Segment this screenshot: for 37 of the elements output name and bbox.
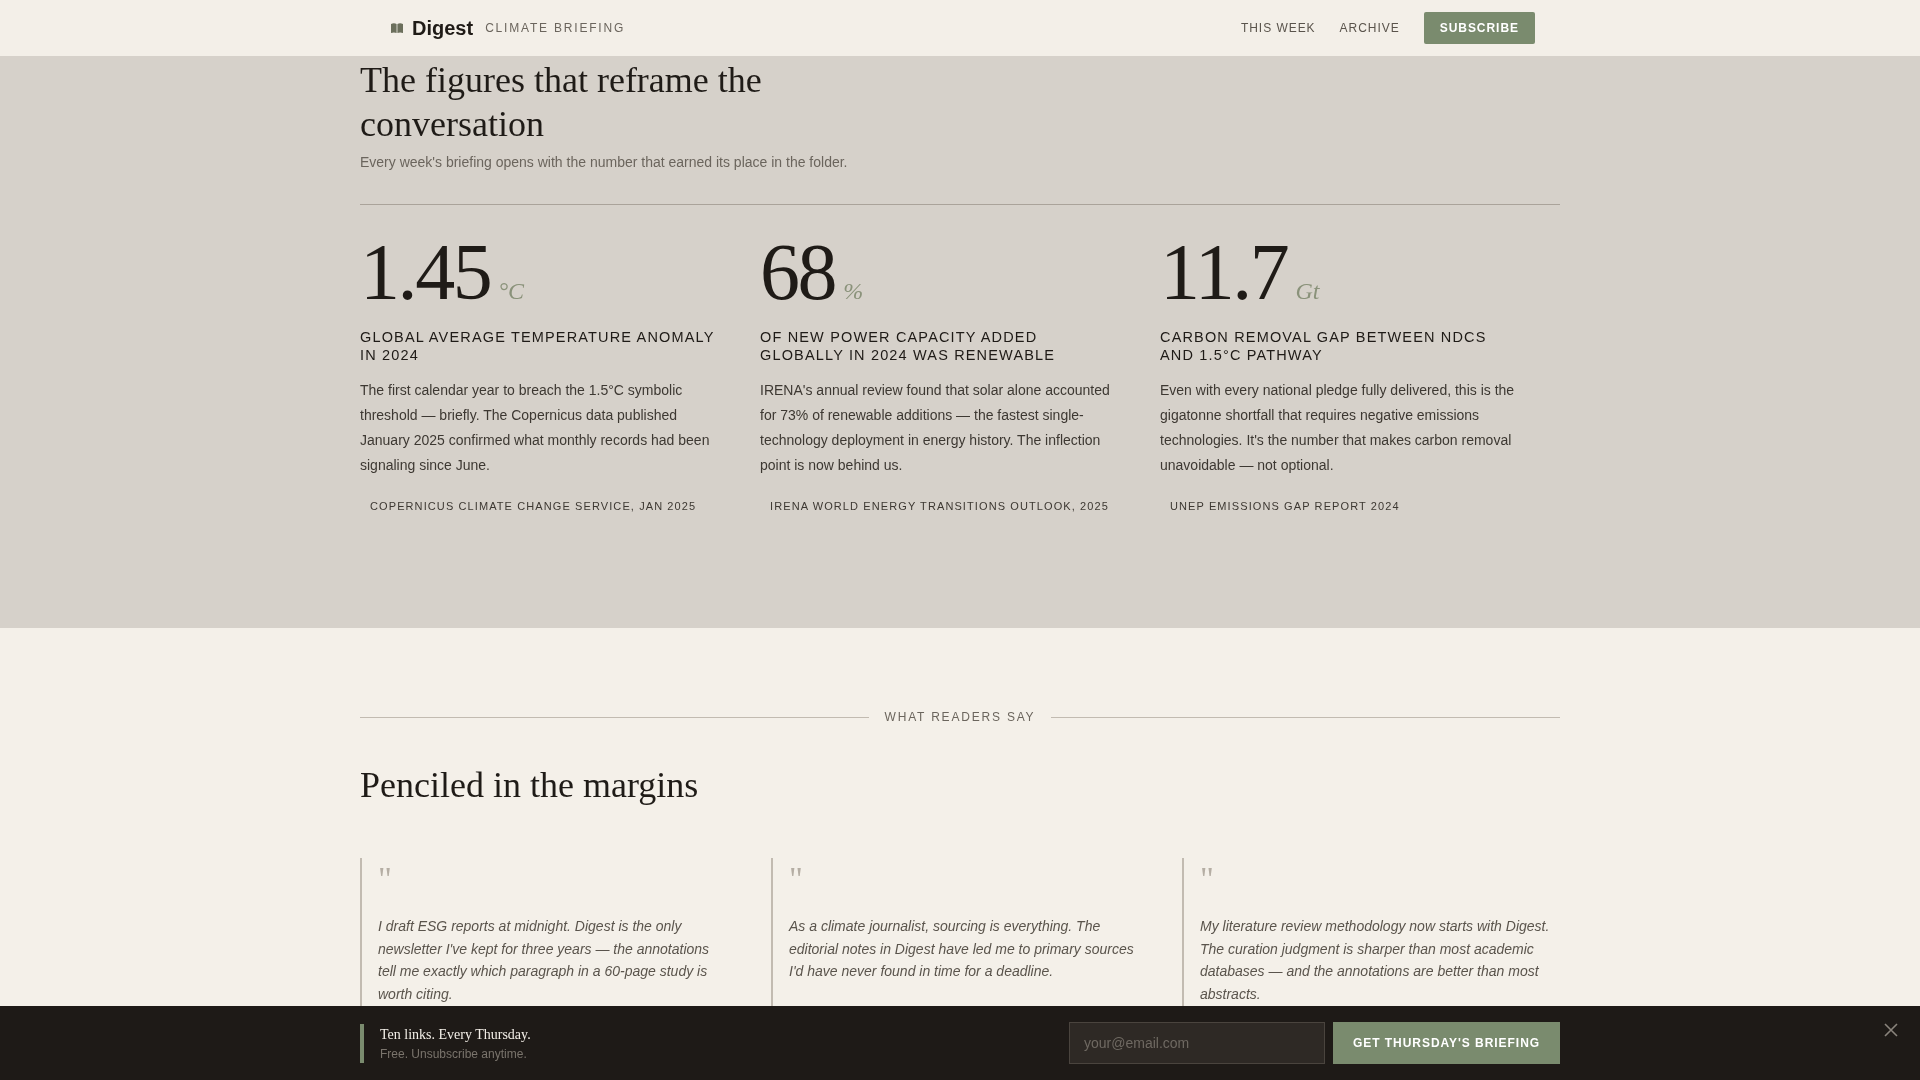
close-icon[interactable] xyxy=(1884,1023,1898,1037)
signup-button[interactable]: GET THURSDAY'S BRIEFING xyxy=(1333,1022,1560,1064)
stat-unit: Gt xyxy=(1295,277,1320,306)
signup-headline: Ten links. Every Thursday. xyxy=(380,1025,531,1044)
stat-value: 11.7 xyxy=(1160,232,1288,312)
signup-note: Free. Unsubscribe anytime. xyxy=(380,1045,528,1063)
section-subtitle: Every week's briefing opens with the number that earned its place in the folder. xyxy=(360,153,849,172)
quote-text: As a climate journalist, sourcing is everything. The editorial notes in Digest have led me to primary sources I'd have never found in time for a deadline. xyxy=(789,917,1135,981)
stat-unit: % xyxy=(843,277,864,306)
subscribe-button[interactable]: SUBSCRIBE xyxy=(1423,12,1535,44)
accent-bar xyxy=(360,1023,364,1063)
stat-label: OF NEW POWER CAPACITY ADDED GLOBALLY IN 2024 WAS RENEWABLE xyxy=(760,328,1057,364)
quote-mark: " xyxy=(789,862,804,896)
stat-source: IRENA WORLD ENERGY TRANSITIONS OUTLOOK, 2025 xyxy=(770,499,1110,514)
stat-value: 1.45 xyxy=(360,232,491,312)
stat-description: IRENA's annual review found that solar alone accounted for 73% of renewable additions — the fastest single-technology deployment in energy history. The inflection point is now behind us. xyxy=(760,381,1111,475)
quote-text: My literature review methodology now starts with Digest. The curation judgment is sharper than most academic databases — and the annotations are better than most abstracts. xyxy=(1200,917,1551,1004)
stat-description: Even with every national pledge fully delivered, this is the gigatonne shortfall that requires negative emissions technologies. It's the number that makes carbon removal unavoidable — not optional. xyxy=(1160,381,1516,475)
tagline: CLIMATE BRIEFING xyxy=(485,20,626,37)
stat-label: GLOBAL AVERAGE TEMPERATURE ANOMALY IN 2024 xyxy=(360,328,716,364)
stat-unit: °C xyxy=(498,277,524,306)
book-icon xyxy=(390,21,404,35)
eyebrow-label: WHAT READERS SAY xyxy=(884,709,1036,726)
stat-source: COPERNICUS CLIMATE CHANGE SERVICE, JAN 2025 xyxy=(370,499,698,514)
quote-text: I draft ESG reports at midnight. Digest is the only newsletter I've kept for three years — the annotations tell me exactly which paragraph in a 60-page study is worth citing. xyxy=(378,917,711,1004)
stat-source: UNEP EMISSIONS GAP REPORT 2024 xyxy=(1170,499,1401,514)
section-title: The figures that reframe the conversation xyxy=(360,59,763,146)
quote-mark: " xyxy=(378,862,393,896)
logo[interactable]: Digest xyxy=(412,13,474,43)
stat-value: 68 xyxy=(760,232,836,312)
quote-mark: " xyxy=(1200,862,1215,896)
email-field[interactable]: your@email.com xyxy=(1069,1022,1325,1064)
section-title: Penciled in the margins xyxy=(360,764,700,807)
stat-description: The first calendar year to breach the 1.5°C symbolic threshold — briefly. The Copernicus data published January 2025 confirmed what monthly records had been signaling since June. xyxy=(360,381,711,475)
stat-label: CARBON REMOVAL GAP BETWEEN NDCS AND 1.5°C PATHWAY xyxy=(1160,328,1488,364)
nav-link[interactable]: THIS WEEK xyxy=(1240,19,1316,37)
nav-link[interactable]: ARCHIVE xyxy=(1339,19,1400,37)
